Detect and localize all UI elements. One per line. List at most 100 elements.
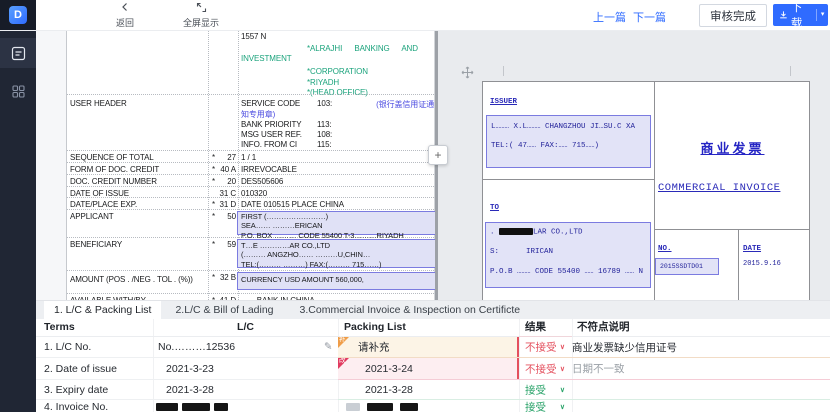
result-select[interactable]: 不接受 ∨	[519, 358, 572, 379]
issuer-line: L……… X.L……… CHANGZHOU JI…SU.C XA	[487, 116, 650, 131]
beneficiary-highlight-box[interactable]: T…E …………AR CO.,LTD (……… ANGZHO…… ………U,CH…	[237, 239, 437, 268]
applicant-highlight-box[interactable]: FIRST (……………………) SEA…… ………ERICAN P.O. BO…	[237, 211, 437, 235]
table-row: 3. Expiry date 2021-3-28 2021-3-28 接受 ∨	[36, 380, 830, 400]
fullscreen-button[interactable]: 全屏显示	[180, 2, 222, 28]
field-label: FORM OF DOC. CREDIT	[70, 165, 159, 174]
to-label: TO	[490, 204, 499, 212]
document-review-app: D 返回 全屏显示 上一篇 下一篇 审核完成 下载 ▾	[0, 0, 830, 412]
bank-name-line3: *CORPORATION	[307, 67, 368, 76]
swift-field-row: DATE/PLACE EXP. * 31 D DATE 010515 PLACE…	[67, 197, 438, 209]
prev-doc-link[interactable]: 上一篇	[593, 9, 626, 25]
packing-list-cell[interactable]: 补 请补充	[338, 337, 519, 357]
amount-highlight-box[interactable]: CURRENCY USD AMOUNT 560,000,	[237, 272, 437, 290]
invoice-no-highlight-box[interactable]: 2015SSDTD01	[655, 258, 719, 275]
packing-list-cell[interactable]	[338, 400, 519, 412]
field-label: DOC. CREDIT NUMBER	[70, 177, 157, 186]
review-done-button[interactable]: 审核完成	[699, 4, 767, 27]
info-from-value: 115:	[317, 140, 332, 149]
beneficiary-line: (……… ANGZHO…… ………U,CHIN…	[238, 250, 436, 259]
tab-lc-bill-of-lading[interactable]: 2.L/C & Bill of Lading	[165, 301, 283, 319]
chevron-down-icon: ∨	[560, 403, 565, 411]
grid-icon	[12, 85, 25, 98]
bank-priority-value: 113:	[317, 120, 332, 129]
packing-list-cell[interactable]: 改 2021-3-24	[338, 358, 519, 379]
col-lc: L/C	[153, 319, 338, 336]
move-handle-icon[interactable]	[461, 66, 474, 84]
result-select[interactable]: 接受 ∨	[519, 380, 572, 399]
service-code-value: 103:	[317, 99, 332, 108]
issuer-line: TEL:( 47…… FAX:…… 715……)	[487, 131, 650, 150]
amount-line: CURRENCY USD AMOUNT 560,000,	[238, 273, 436, 284]
redaction-bar	[400, 403, 418, 411]
lc-value-cell[interactable]	[156, 400, 232, 412]
invoice-date-label: DATE	[743, 245, 761, 253]
download-label: 下载	[791, 0, 812, 31]
lc-value-cell[interactable]: 2021-3-23	[166, 358, 214, 379]
col-result: 结果	[525, 319, 546, 336]
badge-text: 改	[339, 357, 346, 365]
sidebar-item-document[interactable]	[0, 38, 36, 68]
user-header-row: USER HEADER SERVICE CODE103: (银行盖信用证通 知专…	[67, 94, 438, 150]
tab-commercial-invoice[interactable]: 3.Commercial Invoice & Inspection on Cer…	[290, 301, 531, 319]
applicant-line: SEA…… ………ERICAN	[238, 221, 436, 230]
to-line: P.O.B ……… CODE 55400 …… 16789 …… N	[486, 256, 650, 276]
next-doc-link[interactable]: 下一篇	[633, 9, 666, 25]
add-annotation-button[interactable]: +	[428, 145, 448, 165]
field-label: USER HEADER	[70, 99, 127, 108]
tab-lc-packing-list[interactable]: 1. L/C & Packing List	[44, 301, 161, 319]
available-row: AVAILABLE WITH/BY * 41 D ……BANK IN CHINA	[67, 293, 438, 300]
sidebar-item-apps[interactable]	[0, 76, 36, 106]
field-value: DES505606	[241, 177, 435, 186]
field-tag: 27	[215, 153, 236, 162]
result-select[interactable]: 不接受 ∨	[519, 337, 572, 357]
invoice-no-label: NO.	[658, 245, 672, 253]
page-grid-line	[738, 229, 739, 300]
note-cell[interactable]: 日期不一致	[572, 358, 625, 379]
discrepancy-table: Terms L/C Packing List 结果 不符点说明 1. L/C N…	[36, 319, 830, 412]
download-icon	[779, 10, 788, 20]
result-value: 不接受	[525, 361, 557, 376]
redaction-bar	[182, 403, 210, 411]
back-button[interactable]: 返回	[108, 2, 142, 28]
row-divider	[338, 357, 830, 358]
sidebar	[0, 30, 36, 412]
field-tag: 50	[215, 212, 236, 221]
table-row: 2. Date of issue 2021-3-23 改 2021-3-24 不…	[36, 358, 830, 380]
service-code-label: SERVICE CODE	[241, 99, 317, 108]
field-tag: 20	[215, 177, 236, 186]
col-packing: Packing List	[344, 319, 406, 336]
packing-list-cell[interactable]: 2021-3-28	[338, 380, 519, 399]
result-select[interactable]: 接受 ∨	[519, 400, 572, 412]
to-line: S: IRICAN	[486, 236, 650, 256]
row-divider	[338, 379, 830, 380]
page-guide-tick	[503, 66, 504, 76]
back-label: 返回	[116, 19, 134, 28]
result-value: 接受	[525, 382, 546, 397]
app-logo: D	[0, 0, 36, 30]
field-tag: 59	[215, 240, 236, 249]
vertical-scrollbar[interactable]	[435, 30, 438, 300]
chevron-down-icon: ∨	[560, 343, 565, 351]
invoice-document-page: ISSUER L……… X.L……… CHANGZHOU JI…SU.C XA …	[482, 81, 810, 300]
note-cell[interactable]: 商业发票缺少信用证号	[572, 337, 677, 357]
download-caret[interactable]: ▾	[817, 4, 828, 26]
swift-field-row: DATE OF ISSUE 31 C 010320	[67, 186, 438, 197]
issuer-highlight-box[interactable]: L……… X.L……… CHANGZHOU JI…SU.C XA TEL:( 4…	[486, 115, 651, 168]
bank-priority-label: BANK PRIORITY	[241, 120, 317, 129]
to-highlight-box[interactable]: . LAR CO.,LTD S: IRICAN P.O.B ……… CODE 5…	[485, 222, 651, 288]
bank-name-line4: *RIYADH	[307, 78, 339, 87]
lc-value-cell[interactable]: 2021-3-28	[166, 380, 214, 399]
bank-seal-note-2: 知专用章)	[241, 109, 275, 120]
chevron-down-icon: ∨	[560, 386, 565, 394]
field-value: 1 / 1	[241, 153, 435, 162]
edit-icon[interactable]: ✎	[324, 342, 332, 353]
field-value: IRREVOCABLE	[241, 165, 435, 174]
message-ref: 1557 N	[241, 32, 435, 41]
comparison-tabbar: 1. L/C & Packing List 2.L/C & Bill of La…	[36, 300, 830, 319]
download-button[interactable]: 下载 ▾	[773, 4, 828, 26]
beneficiary-line: T…E …………AR CO.,LTD	[238, 240, 436, 250]
msg-user-ref-value: 108:	[317, 130, 332, 139]
lc-value-cell[interactable]: No.………12536	[158, 337, 235, 357]
invoice-no-value: 2015SSDTD01	[656, 259, 718, 270]
to-line: LAR CO.,LTD	[533, 228, 583, 236]
